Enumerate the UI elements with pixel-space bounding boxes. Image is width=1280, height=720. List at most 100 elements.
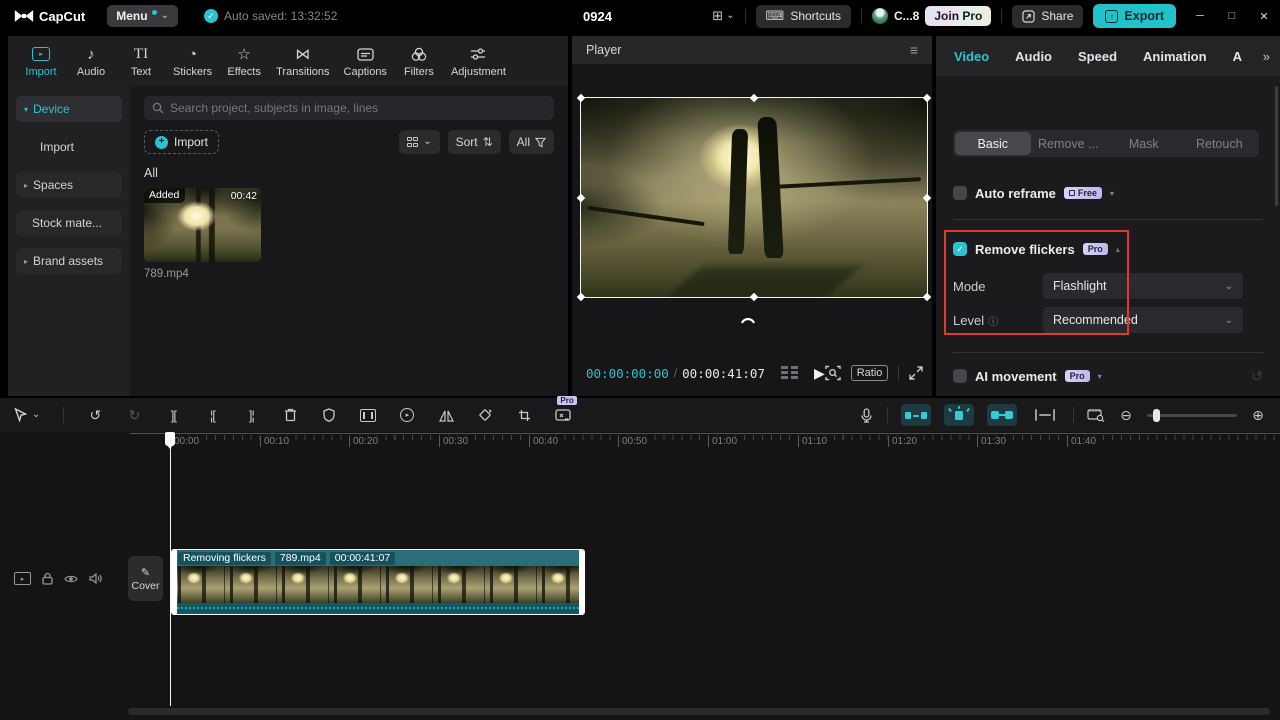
video-clip[interactable]: Removing flickers 789.mp4 00:00:41:07 [171,549,585,615]
maximize-button[interactable]: □ [1216,10,1248,22]
layout-button[interactable]: ⊞ ⌄ [712,8,734,24]
fullscreen-icon[interactable] [909,366,923,380]
link-clips-toggle[interactable] [987,404,1017,426]
redo-button[interactable]: ↻ [126,407,142,424]
pencil-icon: ✎ [141,566,150,579]
level-dropdown[interactable]: Recommended ⌄ [1043,307,1243,333]
subtab-remove[interactable]: Remove ... [1031,132,1107,155]
more-tabs-icon[interactable]: » [1263,49,1270,64]
export-button[interactable]: ↑ Export [1093,4,1176,28]
menu-notification-dot [152,10,157,15]
import-media-button[interactable]: + Import [144,130,219,154]
sidebar-item-brand-assets[interactable]: ▸ Brand assets [16,248,122,274]
tab-stickers[interactable]: ◔ Stickers [166,36,219,86]
filter-button[interactable]: All [509,130,554,154]
sidebar-item-spaces[interactable]: ▸ Spaces [16,172,122,198]
zoom-out-button[interactable]: ⊖ [1118,407,1134,424]
overlay-button[interactable] [360,409,376,422]
tab-transitions[interactable]: ⋈ Transitions [269,36,336,86]
sidebar-item-stock-materials[interactable]: Stock mate... [16,210,122,236]
ratio-button[interactable]: Ratio [851,365,889,381]
shortcuts-button[interactable]: ⌨ Shortcuts [756,5,851,28]
sidebar-item-device[interactable]: ▾ Device [16,96,122,122]
view-mode-button[interactable]: ⌄ [399,130,440,154]
search-bar[interactable] [144,96,554,120]
video-preview[interactable] [580,97,928,298]
total-timecode: 00:00:41:07 [682,366,765,381]
speed-button[interactable]: ▸ [399,408,415,422]
expand-icon[interactable]: ▾ [1110,189,1114,198]
preview-quality-icon[interactable] [825,365,841,381]
tab-truncated[interactable]: A [1233,49,1245,64]
sort-button[interactable]: Sort ⇅ [448,130,501,154]
rotate-button[interactable] [477,408,493,422]
auto-ripple-toggle[interactable] [901,404,931,426]
divider [953,219,1263,220]
timeline-area[interactable]: 00:00 00:10 00:20 00:30 00:40 00:50 01:0… [0,432,1280,720]
tab-text[interactable]: TI Text [116,36,166,86]
close-button[interactable]: ✕ [1248,10,1280,23]
delete-button[interactable] [282,408,298,422]
crop-button[interactable] [516,409,532,422]
mirror-button[interactable] [438,409,454,422]
share-button[interactable]: Share [1012,5,1083,28]
capcut-logo: CapCut [14,9,85,24]
remove-flickers-checkbox[interactable]: ✓ [953,242,967,256]
avatar[interactable] [872,8,888,24]
subtab-mask[interactable]: Mask [1106,132,1182,155]
tab-filters[interactable]: Filters [394,36,444,86]
tab-effects[interactable]: ☆ Effects [219,36,269,86]
tab-captions[interactable]: Captions [337,36,394,86]
media-item-789[interactable]: Added 00:42 [144,188,261,262]
timeline-zoom-slider[interactable] [1147,414,1237,417]
tab-import[interactable]: ▸ Import [16,36,66,86]
play-button[interactable]: ▶ [814,365,825,382]
delete-left-button[interactable]: ¦[ [204,408,220,423]
project-title: 0924 [583,0,612,32]
tab-adjustment[interactable]: Adjustment [444,36,513,86]
snapping-toggle[interactable] [944,404,974,426]
timeline-horizontal-scrollbar[interactable] [128,708,1270,715]
selection-frame[interactable] [580,97,928,298]
subtab-retouch[interactable]: Retouch [1182,132,1258,155]
split-button[interactable]: ][ [165,408,181,423]
sidebar-item-import[interactable]: Import [16,134,122,160]
slider-knob[interactable] [1153,409,1160,422]
preview-axis-toggle[interactable] [1030,404,1060,426]
inspector-scrollbar[interactable] [1275,86,1278,206]
mask-tool-button[interactable] [321,408,337,422]
cover-button[interactable]: ✎ Cover [128,556,163,601]
subtab-basic[interactable]: Basic [955,132,1031,155]
minimize-button[interactable]: ─ [1184,10,1216,22]
smart-cut-button[interactable]: Pro [555,408,571,422]
reset-icon[interactable]: ↺ [1251,368,1263,385]
rotate-handle-icon[interactable] [740,313,756,325]
hide-track-icon[interactable] [64,574,78,584]
record-voiceover-button[interactable] [858,408,874,423]
select-tool-button[interactable]: ⌄ [14,408,40,422]
menu-button[interactable]: Menu ⌄ [107,5,178,27]
auto-reframe-checkbox[interactable] [953,186,967,200]
undo-button[interactable]: ↺ [87,407,103,424]
mute-track-icon[interactable] [89,573,102,584]
zoom-in-button[interactable]: ⊕ [1250,407,1266,424]
frame-view-icon[interactable] [781,366,798,380]
tab-speed[interactable]: Speed [1078,49,1117,64]
account-group[interactable]: C...8 Join Pro [872,6,991,26]
collapse-icon[interactable]: ▴ [1116,245,1120,254]
ai-movement-checkbox[interactable] [953,369,967,383]
clip-trim-handle-right[interactable] [579,550,584,614]
expand-icon[interactable]: ▾ [1098,372,1102,381]
clip-trim-handle-left[interactable] [172,550,177,614]
tab-animation[interactable]: Animation [1143,49,1207,64]
delete-right-button[interactable]: ]¦ [243,408,259,423]
timeline-zoom-fit-icon[interactable] [1087,408,1105,422]
lock-track-icon[interactable] [42,572,53,585]
join-pro-button[interactable]: Join Pro [925,6,991,26]
mode-dropdown[interactable]: Flashlight ⌄ [1043,273,1243,299]
tab-video[interactable]: Video [954,49,989,64]
tab-audio-settings[interactable]: Audio [1015,49,1052,64]
player-menu-icon[interactable]: ≡ [910,42,918,58]
tab-audio[interactable]: ♪ Audio [66,36,116,86]
search-input[interactable] [170,101,546,115]
